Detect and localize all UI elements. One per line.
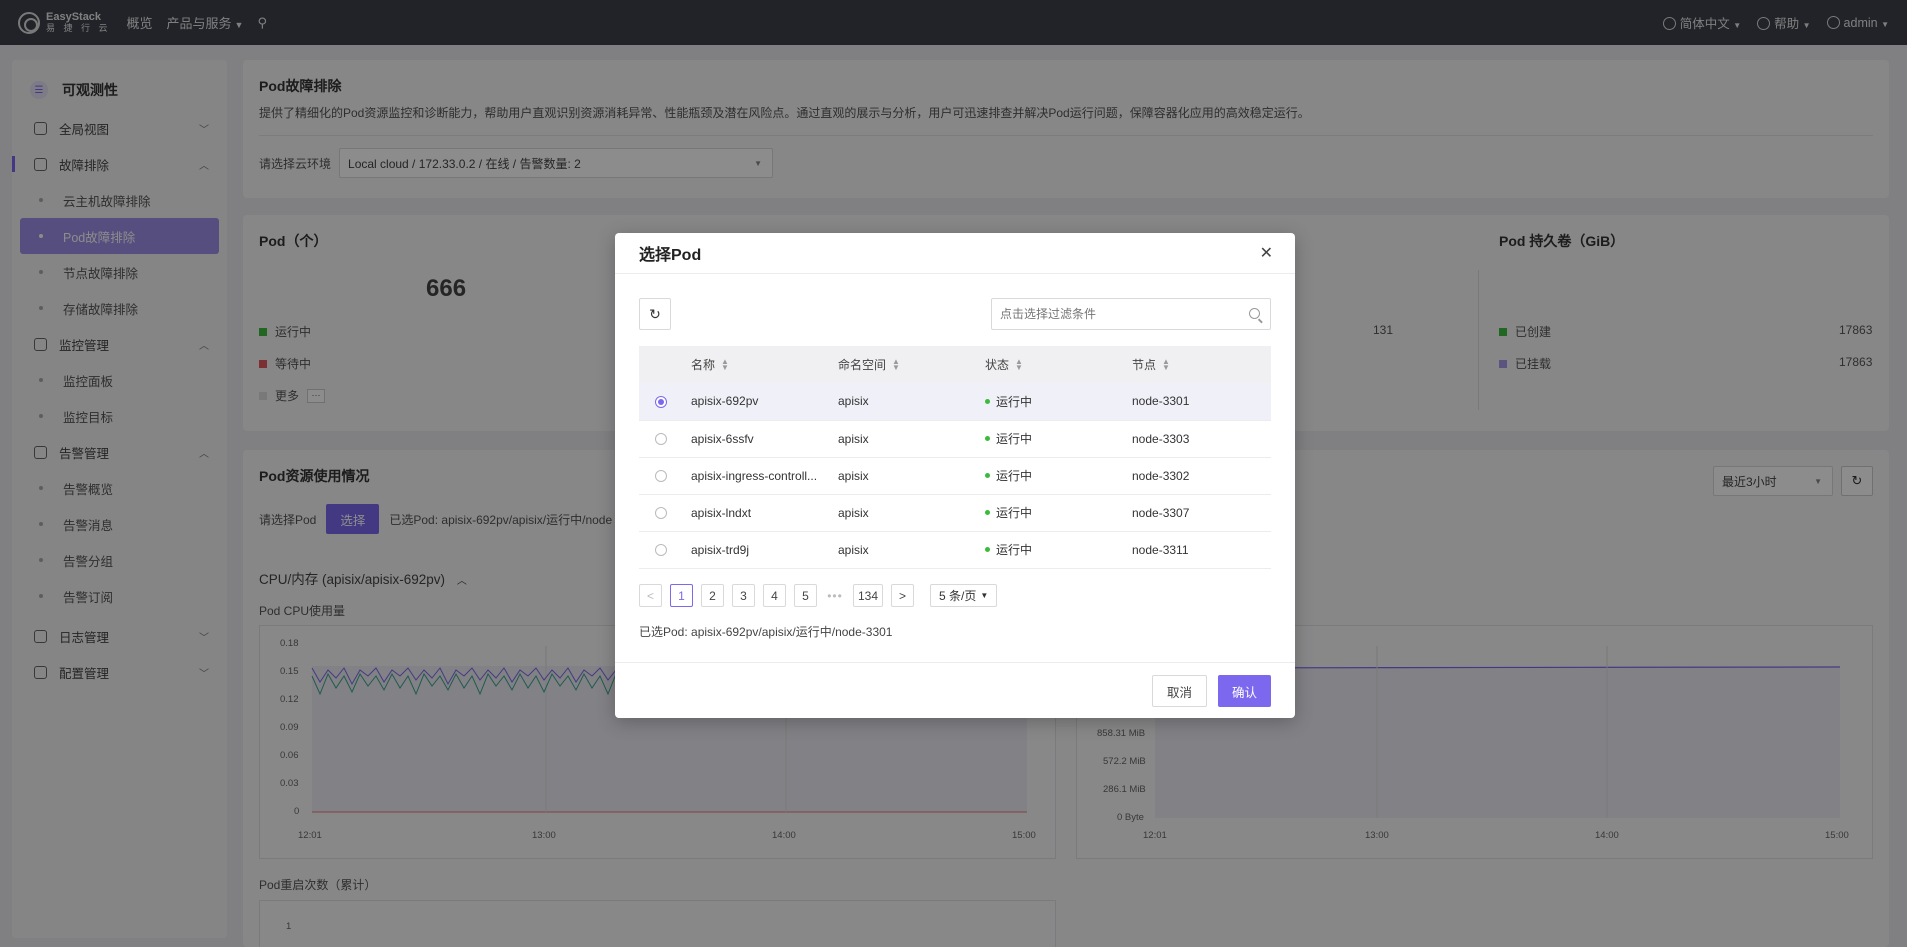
status-label: 运行中 — [996, 543, 1033, 557]
page-size-select[interactable]: 5 条/页 ▼ — [930, 584, 998, 607]
cell-status: 运行中 — [985, 420, 1132, 458]
cell-namespace: apisix — [838, 457, 985, 495]
dialog-header: 选择Pod ✕ — [615, 233, 1295, 274]
cell-node: node-3302 — [1132, 457, 1271, 495]
search-icon[interactable] — [1249, 308, 1260, 319]
pagination: < 1 2 3 4 5 ••• 134 > 5 条/页 ▼ — [639, 584, 998, 607]
row-radio[interactable] — [655, 507, 667, 520]
sort-icon: ▲ ▼ — [892, 357, 900, 372]
header-select — [639, 346, 691, 383]
header-name[interactable]: 名称 ▲ ▼ — [691, 346, 838, 383]
header-label: 名称 — [691, 358, 716, 372]
status-dot — [985, 436, 990, 441]
cell-namespace: apisix — [838, 494, 985, 532]
next-page-button[interactable]: > — [891, 584, 915, 607]
selected-pod-summary: 已选Pod: apisix-692pv/apisix/运行中/node-3301 — [639, 625, 893, 639]
table-row[interactable]: apisix-6ssfv apisix 运行中 node-3303 — [639, 420, 1271, 458]
filter-box[interactable] — [991, 298, 1271, 330]
page-size-value: 5 条/页 — [939, 589, 977, 603]
row-radio[interactable] — [655, 396, 667, 409]
status-label: 运行中 — [996, 506, 1033, 520]
header-label: 状态 — [985, 358, 1010, 372]
cell-status: 运行中 — [985, 457, 1132, 495]
cell-node: node-3303 — [1132, 420, 1271, 458]
sort-icon: ▲ ▼ — [721, 357, 729, 372]
cell-status: 运行中 — [985, 494, 1132, 532]
filter-input[interactable] — [1000, 307, 1240, 321]
status-label: 运行中 — [996, 469, 1033, 483]
row-radio[interactable] — [655, 433, 667, 446]
page-button[interactable]: 2 — [701, 584, 724, 607]
refresh-icon: ↻ — [649, 305, 661, 322]
status-dot — [985, 398, 990, 404]
page-button[interactable]: 4 — [763, 584, 786, 607]
page-button[interactable]: 3 — [732, 584, 755, 607]
dialog-footer: 取消 确认 — [615, 662, 1295, 718]
table-header: 名称 ▲ ▼ 命名空间 ▲ ▼ 状态 ▲ ▼ 节点 ▲ ▼ — [639, 346, 1271, 383]
sort-icon: ▲ ▼ — [1015, 357, 1023, 372]
dialog-title: 选择Pod — [639, 247, 702, 264]
header-label: 节点 — [1132, 358, 1157, 372]
select-pod-dialog: 选择Pod ✕ ↻ 名称 ▲▼ 命名空间 ▲▼ 状态 ▲▼ 节点 ▲▼ apisix-6… — [615, 233, 1295, 718]
header-node[interactable]: 节点 ▲ ▼ — [1132, 346, 1271, 383]
header-label: 命名空间 — [838, 358, 887, 372]
cell-status: 运行中 — [985, 383, 1132, 421]
cell-name: apisix-trd9j — [691, 531, 838, 569]
header-status[interactable]: 状态 ▲ ▼ — [985, 346, 1132, 383]
cell-name: apisix-lndxt — [691, 494, 838, 532]
cancel-button[interactable]: 取消 — [1151, 675, 1207, 707]
cell-status: 运行中 — [985, 531, 1132, 569]
cell-node: node-3301 — [1132, 383, 1271, 421]
close-icon[interactable]: ✕ — [1260, 243, 1273, 263]
sort-icon: ▲ ▼ — [1162, 357, 1170, 372]
page-ellipsis[interactable]: ••• — [825, 589, 845, 603]
prev-page-button[interactable]: < — [639, 584, 662, 607]
page-button[interactable]: 1 — [670, 584, 693, 607]
dialog-toolbar: ↻ — [639, 298, 1271, 330]
refresh-button[interactable]: ↻ — [639, 298, 671, 330]
cell-namespace: apisix — [838, 420, 985, 458]
cell-namespace: apisix — [838, 531, 985, 569]
table-row[interactable]: apisix-692pv apisix 运行中 node-3301 — [639, 383, 1271, 421]
status-dot — [985, 510, 990, 515]
cell-namespace: apisix — [838, 383, 985, 421]
last-page-button[interactable]: 134 — [853, 584, 884, 607]
confirm-button[interactable]: 确认 — [1217, 675, 1271, 707]
status-label: 运行中 — [996, 394, 1033, 409]
status-dot — [985, 473, 990, 478]
pod-table: 名称 ▲ ▼ 命名空间 ▲ ▼ 状态 ▲ ▼ 节点 ▲ ▼ apisix-692pv apisi… — [639, 346, 1271, 569]
row-radio[interactable] — [655, 544, 667, 557]
page-button[interactable]: 5 — [794, 584, 817, 607]
chevron-down-icon: ▼ — [980, 591, 989, 600]
table-row[interactable]: apisix-trd9j apisix 运行中 node-3311 — [639, 531, 1271, 569]
header-namespace[interactable]: 命名空间 ▲ ▼ — [838, 346, 985, 383]
cell-name: apisix-6ssfv — [691, 420, 838, 458]
cell-name: apisix-692pv — [691, 383, 838, 421]
status-dot — [985, 547, 990, 552]
status-label: 运行中 — [996, 432, 1033, 446]
row-radio[interactable] — [655, 470, 667, 483]
cell-node: node-3307 — [1132, 494, 1271, 532]
cell-name: apisix-ingress-controll... — [691, 457, 838, 495]
cell-node: node-3311 — [1132, 531, 1271, 569]
table-row[interactable]: apisix-lndxt apisix 运行中 node-3307 — [639, 494, 1271, 532]
table-row[interactable]: apisix-ingress-controll... apisix 运行中 no… — [639, 457, 1271, 495]
